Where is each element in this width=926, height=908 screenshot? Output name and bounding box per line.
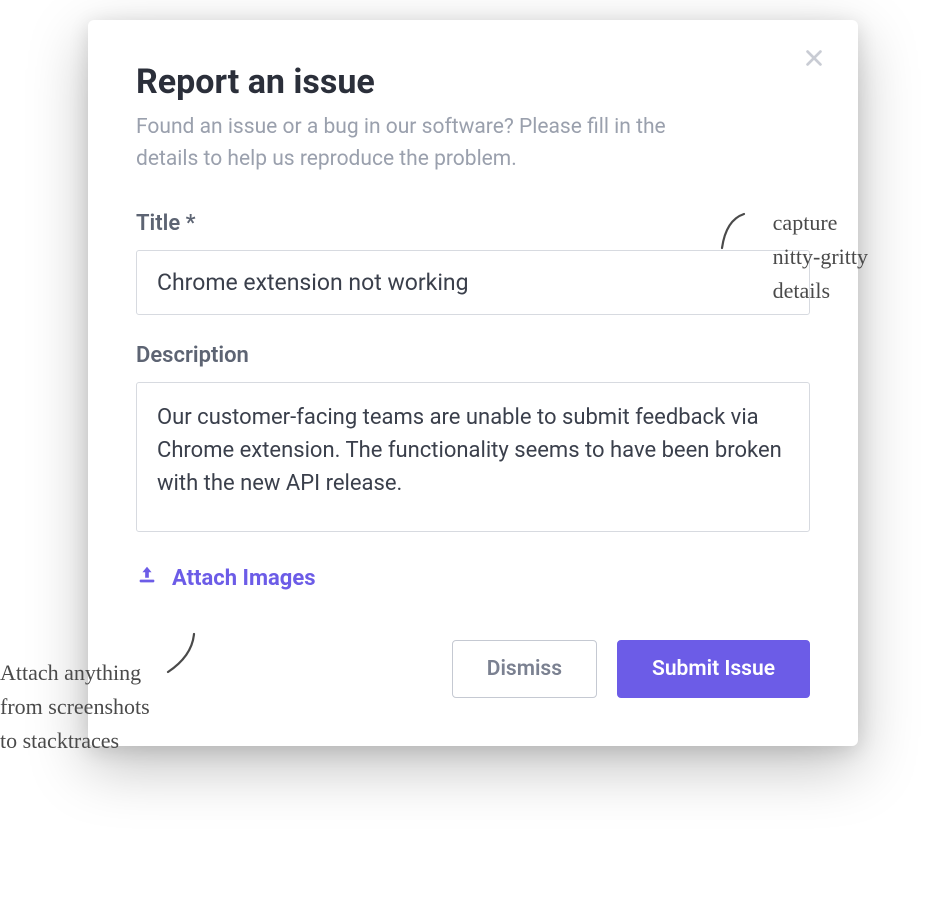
annotation-bottom-left: Attach anything from screenshots to stac…	[0, 656, 150, 758]
attach-images-link[interactable]: Attach Images	[136, 564, 316, 592]
title-input[interactable]	[136, 250, 810, 315]
close-icon	[803, 47, 825, 73]
description-textarea[interactable]: Our customer-facing teams are unable to …	[136, 382, 810, 532]
close-button[interactable]	[798, 44, 830, 76]
report-issue-modal: Report an issue Found an issue or a bug …	[88, 20, 858, 746]
dismiss-button[interactable]: Dismiss	[452, 640, 597, 698]
modal-subtitle: Found an issue or a bug in our software?…	[136, 112, 696, 175]
title-label: Title *	[136, 211, 810, 236]
upload-icon	[136, 564, 158, 592]
submit-button[interactable]: Submit Issue	[617, 640, 810, 698]
modal-title: Report an issue	[136, 62, 810, 102]
attach-images-label: Attach Images	[172, 566, 316, 591]
description-label: Description	[136, 343, 810, 368]
button-row: Dismiss Submit Issue	[136, 640, 810, 698]
